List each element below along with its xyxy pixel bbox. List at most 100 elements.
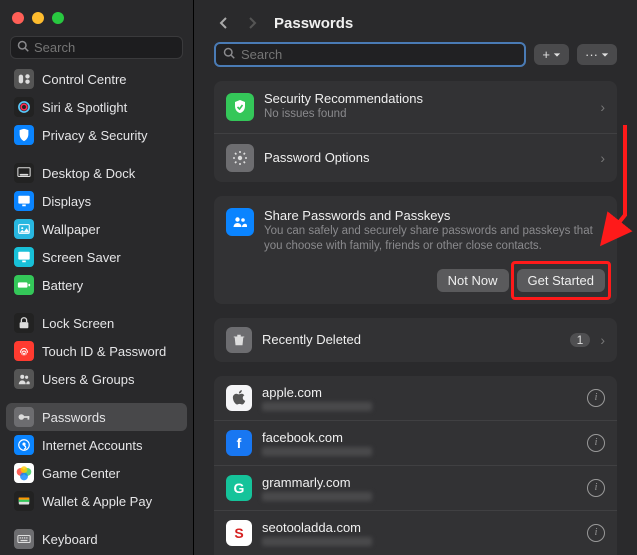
password-username-redacted (262, 402, 372, 411)
sidebar-item[interactable]: Passwords (6, 403, 187, 431)
password-username-redacted (262, 447, 372, 456)
sidebar-item-icon (14, 275, 34, 295)
people-icon (226, 208, 254, 236)
site-icon: G (226, 475, 252, 501)
security-card: Security Recommendations No issues found… (214, 81, 617, 182)
sidebar-item-label: Control Centre (42, 72, 127, 87)
sidebar-item[interactable]: Control Centre (6, 65, 187, 93)
gear-icon (226, 144, 254, 172)
sidebar-item-label: Battery (42, 278, 83, 293)
security-recommendations-title: Security Recommendations (264, 91, 590, 106)
sidebar-item-label: Desktop & Dock (42, 166, 135, 181)
sidebar-item[interactable]: Keyboard (6, 525, 187, 553)
sidebar-item-icon (14, 529, 34, 549)
sidebar-list: Control Centre Siri & Spotlight Privacy & … (0, 65, 193, 555)
passwords-list: apple.comiffacebook.comiGgrammarly.comiS… (214, 376, 617, 555)
password-row[interactable]: Sseotooladda.comi (214, 510, 617, 555)
password-row[interactable]: Ggrammarly.com i (214, 465, 617, 510)
sidebar-item-icon (14, 341, 34, 361)
password-options-row[interactable]: Password Options › (214, 133, 617, 182)
sidebar-item-icon (14, 369, 34, 389)
sidebar-item[interactable]: Desktop & Dock (6, 159, 187, 187)
password-domain: facebook.com (262, 430, 577, 445)
minimize-window-button[interactable] (32, 12, 44, 24)
sidebar-item[interactable]: Game Center (6, 459, 187, 487)
info-button[interactable]: i (587, 434, 605, 452)
sidebar-item-icon (14, 97, 34, 117)
recently-deleted-title: Recently Deleted (262, 332, 560, 347)
sidebar-item-label: Touch ID & Password (42, 344, 166, 359)
recently-deleted-card: Recently Deleted 1 › (214, 318, 617, 362)
forward-button[interactable] (244, 14, 262, 32)
password-username-redacted (262, 537, 372, 546)
more-button[interactable]: ··· (577, 44, 617, 65)
security-recommendations-sub: No issues found (264, 107, 590, 123)
sidebar-item-label: Privacy & Security (42, 128, 147, 143)
close-window-button[interactable] (12, 12, 24, 24)
sidebar-item-icon (14, 407, 34, 427)
share-passwords-title: Share Passwords and Passkeys (264, 208, 605, 223)
recently-deleted-row[interactable]: Recently Deleted 1 › (214, 318, 617, 362)
search-toolbar: + ··· (214, 42, 617, 67)
sidebar-item-icon (14, 247, 34, 267)
main-search-input[interactable] (241, 47, 517, 62)
sidebar-item-label: Wallpaper (42, 222, 100, 237)
plus-icon: + (542, 47, 550, 62)
password-options-title: Password Options (264, 150, 590, 165)
sidebar-item-icon (14, 313, 34, 333)
main-content: Passwords + ··· Security Recommendations… (194, 0, 637, 555)
sidebar-item-icon (14, 125, 34, 145)
sidebar-item[interactable]: Privacy & Security (6, 121, 187, 149)
sidebar-item-label: Game Center (42, 466, 120, 481)
page-title: Passwords (274, 15, 353, 32)
add-password-button[interactable]: + (534, 44, 569, 65)
not-now-button[interactable]: Not Now (437, 269, 509, 292)
sidebar-item-label: Siri & Spotlight (42, 100, 127, 115)
sidebar-item[interactable]: Battery (6, 271, 187, 299)
fullscreen-window-button[interactable] (52, 12, 64, 24)
sidebar-item[interactable]: Internet Accounts (6, 431, 187, 459)
info-button[interactable]: i (587, 389, 605, 407)
sidebar-item-icon (14, 463, 34, 483)
site-icon: f (226, 430, 252, 456)
main-search[interactable] (214, 42, 526, 67)
back-button[interactable] (214, 14, 232, 32)
sidebar-item[interactable]: Siri & Spotlight (6, 93, 187, 121)
search-icon (223, 47, 235, 62)
password-domain: grammarly.com (262, 475, 577, 490)
info-button[interactable]: i (587, 524, 605, 542)
sidebar-item-icon (14, 219, 34, 239)
password-row[interactable]: f facebook.com i (214, 420, 617, 465)
sidebar-search[interactable] (10, 36, 183, 59)
sidebar-item-label: Displays (42, 194, 91, 209)
sidebar-item-label: Keyboard (42, 532, 98, 547)
sidebar-item[interactable]: Displays (6, 187, 187, 215)
sidebar-item[interactable]: Touch ID & Password (6, 337, 187, 365)
security-recommendations-row[interactable]: Security Recommendations No issues found… (214, 81, 617, 133)
sidebar-item[interactable]: Wallpaper (6, 215, 187, 243)
sidebar-item-icon (14, 191, 34, 211)
sidebar-item[interactable]: Users & Groups (6, 365, 187, 393)
share-passwords-desc: You can safely and securely share passwo… (264, 224, 605, 255)
chevron-right-icon: › (600, 99, 605, 115)
sidebar-item-label: Internet Accounts (42, 438, 142, 453)
share-passwords-card: Share Passwords and Passkeys You can saf… (214, 196, 617, 304)
get-started-button[interactable]: Get Started (517, 269, 605, 292)
sidebar-item[interactable]: Wallet & Apple Pay (6, 487, 187, 515)
sidebar-item-label: Lock Screen (42, 316, 114, 331)
sidebar-item-icon (14, 163, 34, 183)
sidebar-item-label: Users & Groups (42, 372, 134, 387)
sidebar-item-icon (14, 69, 34, 89)
recently-deleted-count: 1 (570, 333, 591, 347)
sidebar-item-label: Wallet & Apple Pay (42, 494, 152, 509)
sidebar: Control Centre Siri & Spotlight Privacy & … (0, 0, 194, 555)
info-button[interactable]: i (587, 479, 605, 497)
sidebar-item[interactable]: Lock Screen (6, 309, 187, 337)
sidebar-item-icon (14, 435, 34, 455)
site-icon: S (226, 520, 252, 546)
password-row[interactable]: apple.comi (214, 376, 617, 420)
sidebar-search-input[interactable] (34, 40, 210, 55)
chevron-right-icon: › (600, 332, 605, 348)
site-icon (226, 385, 252, 411)
sidebar-item[interactable]: Screen Saver (6, 243, 187, 271)
